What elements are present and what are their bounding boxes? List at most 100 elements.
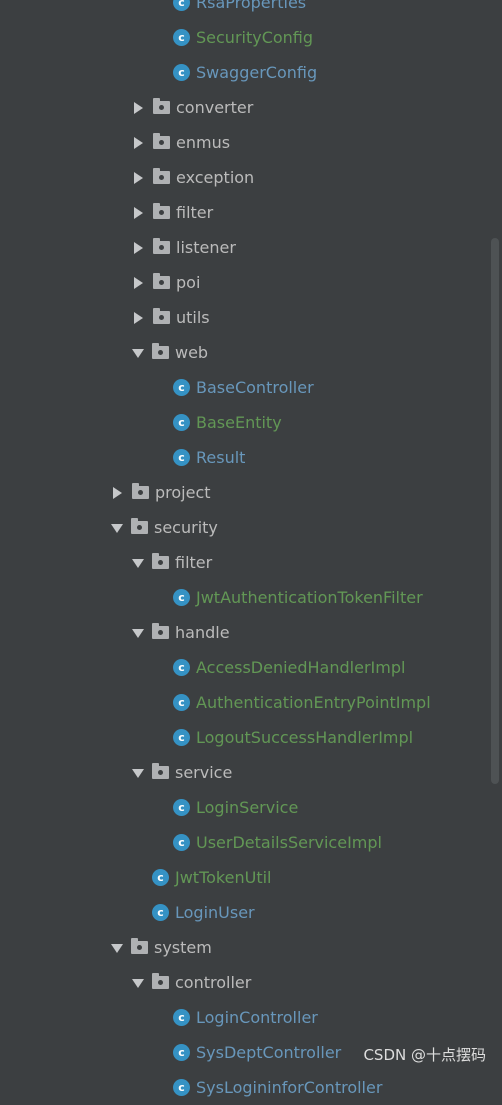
- tree-item-label: SysLogininforController: [196, 1078, 383, 1097]
- tree-item-label: project: [155, 483, 211, 502]
- tree-item-label: JwtAuthenticationTokenFilter: [196, 588, 423, 607]
- expand-arrow-down-icon[interactable]: [132, 558, 144, 568]
- tree-item-label: handle: [175, 623, 230, 642]
- tree-class-LoginUser[interactable]: c LoginUser: [0, 895, 490, 930]
- tree-class-AccessDeniedHandlerImpl[interactable]: c AccessDeniedHandlerImpl: [0, 650, 490, 685]
- java-class-icon: c: [173, 1044, 190, 1061]
- tree-item-label: BaseController: [196, 378, 314, 397]
- tree-folder-handle[interactable]: handle: [0, 615, 490, 650]
- expand-arrow-down-icon[interactable]: [111, 523, 123, 533]
- tree-folder-converter[interactable]: converter: [0, 90, 490, 125]
- java-class-icon: c: [173, 1079, 190, 1096]
- expand-arrow-right-icon[interactable]: [113, 486, 122, 499]
- project-tree: c RsaProperties c SecurityConfig c SwaggerCon…: [0, 0, 502, 1097]
- tree-class-AuthenticationEntryPointImpl[interactable]: c AuthenticationEntryPointImpl: [0, 685, 490, 720]
- java-class-icon: c: [173, 29, 190, 46]
- expand-arrow-right-icon[interactable]: [134, 171, 143, 184]
- expand-arrow-down-icon[interactable]: [132, 628, 144, 638]
- package-folder-icon: [152, 553, 169, 569]
- package-folder-icon: [153, 203, 170, 219]
- tree-class-BaseEntity[interactable]: c BaseEntity: [0, 405, 490, 440]
- package-folder-icon: [152, 763, 169, 779]
- tree-folder-system[interactable]: system: [0, 930, 490, 965]
- tree-folder-project[interactable]: project: [0, 475, 490, 510]
- vertical-scrollbar[interactable]: [491, 238, 499, 784]
- tree-class-SysLogininforController[interactable]: c SysLogininforController: [0, 1070, 490, 1105]
- expand-arrow-down-icon[interactable]: [111, 943, 123, 953]
- tree-folder-controller[interactable]: controller: [0, 965, 490, 1000]
- tree-class-LoginController[interactable]: c LoginController: [0, 1000, 490, 1035]
- tree-class-SecurityConfig[interactable]: c SecurityConfig: [0, 20, 490, 55]
- tree-item-label: filter: [176, 203, 214, 222]
- tree-folder-poi[interactable]: poi: [0, 265, 490, 300]
- tree-item-label: SecurityConfig: [196, 28, 314, 47]
- tree-item-label: SysDeptController: [196, 1043, 342, 1062]
- tree-item-label: web: [175, 343, 209, 362]
- java-class-icon: c: [173, 659, 190, 676]
- package-folder-icon: [152, 343, 169, 359]
- tree-item-label: RsaProperties: [196, 0, 307, 12]
- java-class-icon: c: [152, 869, 169, 886]
- tree-class-UserDetailsServiceImpl[interactable]: c UserDetailsServiceImpl: [0, 825, 490, 860]
- tree-class-JwtTokenUtil[interactable]: c JwtTokenUtil: [0, 860, 490, 895]
- tree-item-label: JwtTokenUtil: [175, 868, 272, 887]
- tree-class-SwaggerConfig[interactable]: c SwaggerConfig: [0, 55, 490, 90]
- tree-item-label: filter: [175, 553, 213, 572]
- tree-item-label: Result: [196, 448, 246, 467]
- java-class-icon: c: [173, 729, 190, 746]
- tree-item-label: service: [175, 763, 233, 782]
- package-folder-icon: [131, 938, 148, 954]
- expand-arrow-down-icon[interactable]: [132, 978, 144, 988]
- tree-class-RsaProperties[interactable]: c RsaProperties: [0, 0, 490, 20]
- java-class-icon: c: [173, 64, 190, 81]
- tree-item-label: LoginService: [196, 798, 299, 817]
- tree-item-label: LoginController: [196, 1008, 318, 1027]
- java-class-icon: c: [173, 0, 190, 11]
- tree-item-label: UserDetailsServiceImpl: [196, 833, 382, 852]
- package-folder-icon: [153, 98, 170, 114]
- tree-folder-filter[interactable]: filter: [0, 545, 490, 580]
- tree-item-label: exception: [176, 168, 255, 187]
- tree-folder-service[interactable]: service: [0, 755, 490, 790]
- tree-folder-security[interactable]: security: [0, 510, 490, 545]
- package-folder-icon: [153, 133, 170, 149]
- tree-class-Result[interactable]: c Result: [0, 440, 490, 475]
- tree-item-label: utils: [176, 308, 210, 327]
- tree-item-label: controller: [175, 973, 252, 992]
- tree-folder-listener[interactable]: listener: [0, 230, 490, 265]
- tree-folder-filter[interactable]: filter: [0, 195, 490, 230]
- expand-arrow-right-icon[interactable]: [134, 206, 143, 219]
- java-class-icon: c: [152, 904, 169, 921]
- expand-arrow-right-icon[interactable]: [134, 311, 143, 324]
- tree-folder-enmus[interactable]: enmus: [0, 125, 490, 160]
- package-folder-icon: [131, 518, 148, 534]
- tree-class-LoginService[interactable]: c LoginService: [0, 790, 490, 825]
- java-class-icon: c: [173, 379, 190, 396]
- expand-arrow-down-icon[interactable]: [132, 348, 144, 358]
- package-folder-icon: [132, 483, 149, 499]
- java-class-icon: c: [173, 1009, 190, 1026]
- tree-class-LogoutSuccessHandlerImpl[interactable]: c LogoutSuccessHandlerImpl: [0, 720, 490, 755]
- package-folder-icon: [152, 623, 169, 639]
- tree-item-label: LogoutSuccessHandlerImpl: [196, 728, 414, 747]
- tree-item-label: SwaggerConfig: [196, 63, 318, 82]
- tree-item-label: LoginUser: [175, 903, 255, 922]
- tree-class-BaseController[interactable]: c BaseController: [0, 370, 490, 405]
- expand-arrow-right-icon[interactable]: [134, 276, 143, 289]
- tree-item-label: enmus: [176, 133, 231, 152]
- expand-arrow-right-icon[interactable]: [134, 101, 143, 114]
- tree-item-label: listener: [176, 238, 236, 257]
- tree-folder-web[interactable]: web: [0, 335, 490, 370]
- expand-arrow-right-icon[interactable]: [134, 241, 143, 254]
- tree-folder-exception[interactable]: exception: [0, 160, 490, 195]
- java-class-icon: c: [173, 799, 190, 816]
- expand-arrow-right-icon[interactable]: [134, 136, 143, 149]
- tree-class-JwtAuthenticationTokenFilter[interactable]: c JwtAuthenticationTokenFilter: [0, 580, 490, 615]
- package-folder-icon: [153, 238, 170, 254]
- expand-arrow-down-icon[interactable]: [132, 768, 144, 778]
- tree-item-label: system: [154, 938, 212, 957]
- java-class-icon: c: [173, 589, 190, 606]
- java-class-icon: c: [173, 449, 190, 466]
- tree-folder-utils[interactable]: utils: [0, 300, 490, 335]
- java-class-icon: c: [173, 834, 190, 851]
